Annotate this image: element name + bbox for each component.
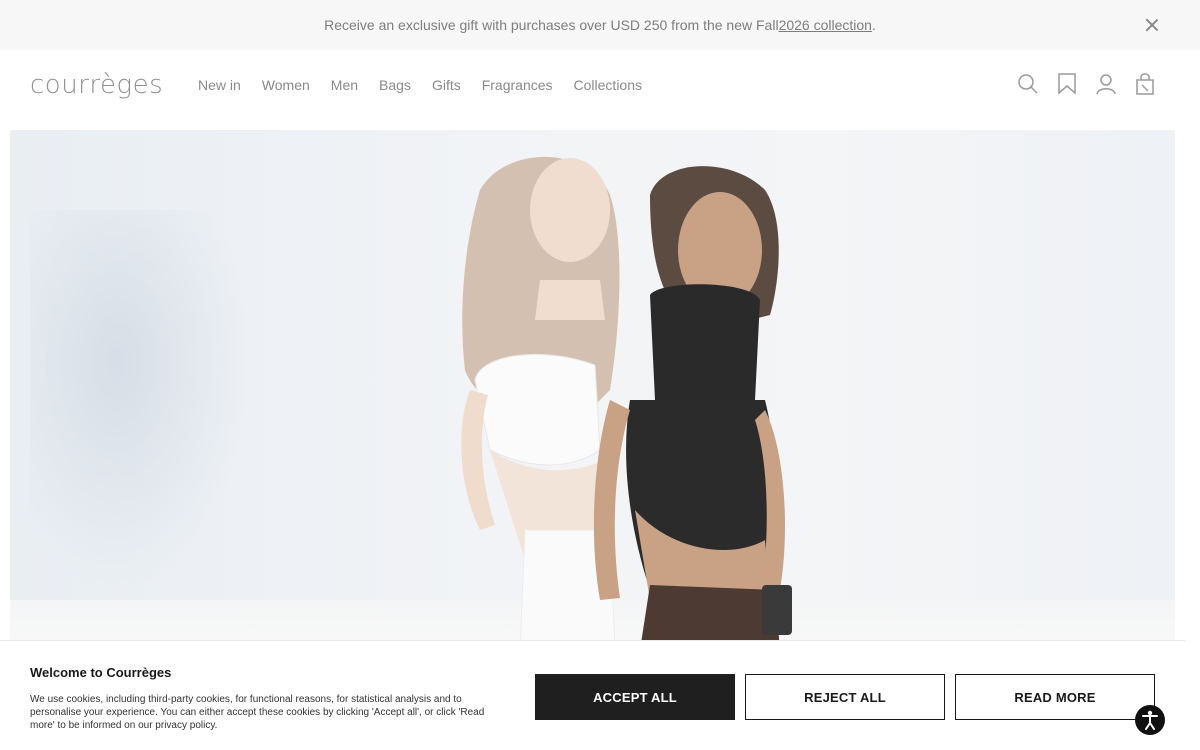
read-more-button[interactable]: READ MORE [955,674,1155,720]
main-nav: New in Women Men Bags Gifts Fragrances C… [198,77,663,93]
promo-collection-link[interactable]: 2026 collection [779,17,872,33]
nav-item-collections[interactable]: Collections [574,77,642,93]
nav-item-bags[interactable]: Bags [379,77,411,93]
site-header: courrèges New in Women Men Bags Gifts Fr… [0,50,1200,130]
cookie-banner: Welcome to Courrèges We use cookies, inc… [0,640,1185,750]
nav-item-fragrances[interactable]: Fragrances [482,77,553,93]
nav-item-men[interactable]: Men [331,77,358,93]
bag-icon[interactable] [1134,72,1156,96]
accessibility-icon[interactable] [1135,705,1165,735]
cookie-description: We use cookies, including third-party co… [30,694,485,731]
nav-item-gifts[interactable]: Gifts [432,77,461,93]
accept-all-button[interactable]: ACCEPT ALL [535,674,735,720]
hero-image[interactable] [10,130,1175,650]
search-icon[interactable] [1017,72,1039,96]
promo-text: Receive an exclusive gift with purchases… [324,17,779,33]
promo-bar: Receive an exclusive gift with purchases… [0,0,1200,50]
models-illustration [461,156,792,650]
bookmark-icon[interactable] [1056,72,1078,96]
brand-logo[interactable]: courrèges [30,70,163,100]
promo-suffix: . [871,17,876,33]
header-icons [1000,72,1156,96]
nav-item-new-in[interactable]: New in [198,77,241,93]
reject-all-button[interactable]: REJECT ALL [745,674,945,720]
nav-item-women[interactable]: Women [262,77,310,93]
cookie-title: Welcome to Courrèges [30,665,172,680]
account-icon[interactable] [1095,72,1117,96]
close-icon[interactable] [1142,15,1162,35]
